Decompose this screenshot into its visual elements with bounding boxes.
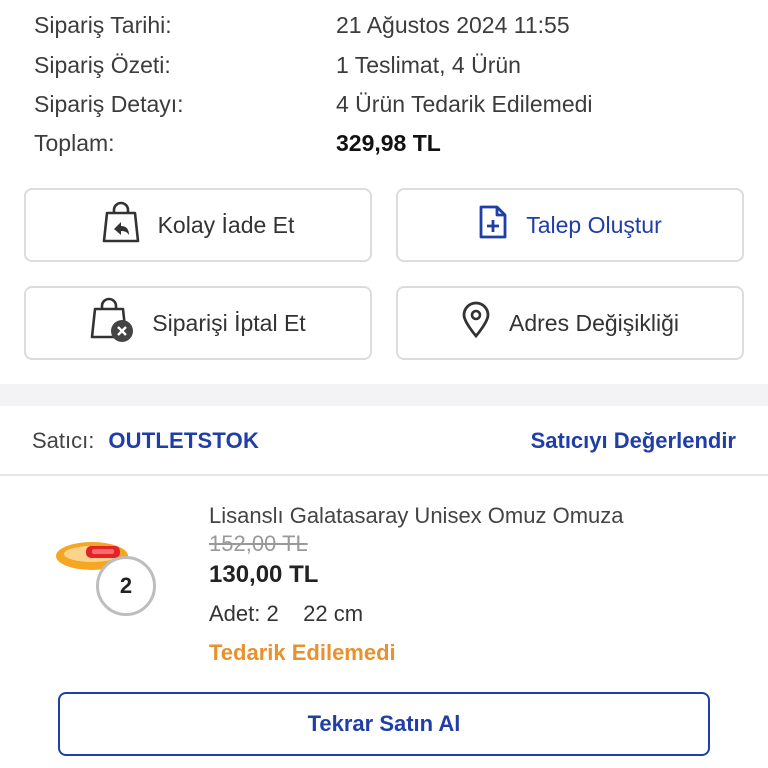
seller-name-link[interactable]: OUTLETSTOK (108, 428, 259, 454)
order-total-value: 329,98 TL (336, 129, 441, 156)
order-detail-value: 4 Ürün Tedarik Edilemedi (336, 90, 593, 117)
create-request-label: Talep Oluştur (526, 211, 662, 238)
product-quantity-size: Adet: 2 22 cm (209, 601, 364, 626)
seller-label: Satıcı: (32, 428, 95, 453)
seller-row: Satıcı: OUTLETSTOK Satıcıyı Değerlendir (0, 408, 768, 476)
quantity-badge: 2 (96, 556, 156, 616)
order-detail-label: Sipariş Detayı: (34, 90, 184, 117)
product-title[interactable]: Lisanslı Galatasaray Unisex Omuz Omuza (209, 503, 624, 529)
order-summary-value: 1 Teslimat, 4 Ürün (336, 51, 521, 78)
cancel-order-button[interactable]: Siparişi İptal Et (24, 286, 372, 360)
order-total-row: Toplam: 329,98 TL (34, 123, 441, 163)
order-summary-row: Sipariş Özeti: 1 Teslimat, 4 Ürün (34, 45, 521, 85)
product-old-price: 152,00 TL (209, 531, 308, 556)
location-pin-icon (461, 301, 491, 345)
create-request-button[interactable]: Talep Oluştur (396, 188, 744, 262)
address-change-button[interactable]: Adres Değişikliği (396, 286, 744, 360)
section-divider (0, 384, 768, 406)
document-add-icon (478, 204, 508, 246)
order-date-row: Sipariş Tarihi: 21 Ağustos 2024 11:55 (34, 5, 570, 45)
cancel-order-label: Siparişi İptal Et (152, 309, 306, 336)
easy-return-label: Kolay İade Et (157, 211, 295, 238)
order-total-label: Toplam: (34, 129, 115, 156)
cancel-bag-icon (90, 297, 134, 349)
order-date-value: 21 Ağustos 2024 11:55 (336, 11, 570, 38)
product-status: Tedarik Edilemedi (209, 640, 396, 665)
address-change-label: Adres Değişikliği (508, 309, 679, 336)
return-bag-icon (102, 201, 140, 249)
order-detail-row: Sipariş Detayı: 4 Ürün Tedarik Edilemedi (34, 84, 593, 124)
order-date-label: Sipariş Tarihi: (34, 11, 172, 38)
buy-again-button[interactable]: Tekrar Satın Al (58, 692, 710, 756)
product-price: 130,00 TL (209, 561, 319, 588)
easy-return-button[interactable]: Kolay İade Et (24, 188, 372, 262)
rate-seller-link[interactable]: Satıcıyı Değerlendir (531, 428, 736, 454)
order-summary-label: Sipariş Özeti: (34, 51, 171, 78)
